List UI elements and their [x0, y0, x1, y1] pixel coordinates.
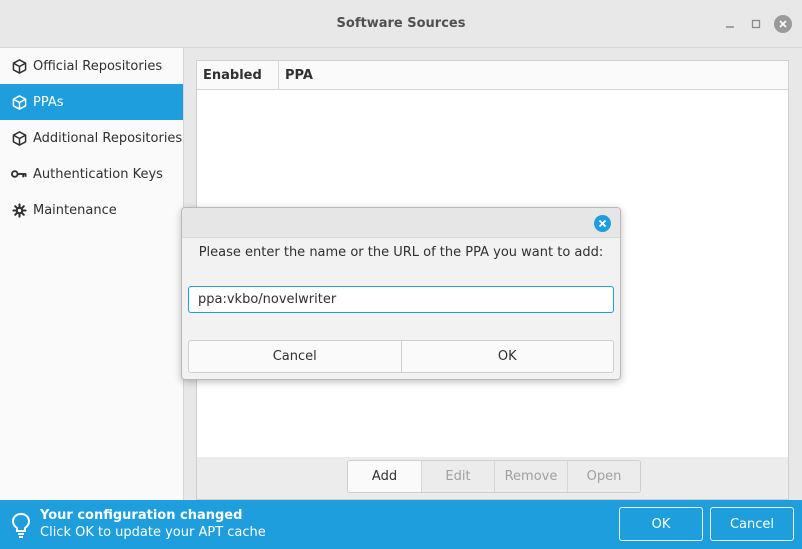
close-icon[interactable]: [594, 215, 611, 232]
dialog-cancel-button[interactable]: Cancel: [189, 341, 401, 372]
remove-button[interactable]: Remove: [494, 461, 567, 492]
maximize-icon[interactable]: [747, 15, 765, 33]
open-button[interactable]: Open: [567, 461, 640, 492]
column-header-enabled[interactable]: Enabled: [197, 61, 279, 90]
window-titlebar: Software Sources: [0, 0, 802, 48]
edit-button[interactable]: Edit: [421, 461, 494, 492]
lightbulb-icon: [10, 512, 32, 538]
infobar-ok-button[interactable]: OK: [619, 507, 703, 541]
ppa-toolbar: Add Edit Remove Open: [196, 457, 789, 500]
sidebar: Official Repositories PPAs Additional Re…: [0, 48, 184, 500]
config-changed-infobar: Your configuration changed Click OK to u…: [0, 500, 802, 549]
sidebar-item-additional-repositories[interactable]: Additional Repositories: [0, 120, 183, 156]
sidebar-item-ppas[interactable]: PPAs: [0, 84, 183, 120]
package-icon: [11, 130, 27, 146]
sidebar-item-label: PPAs: [33, 94, 64, 110]
infobar-subtitle: Click OK to update your APT cache: [40, 525, 266, 540]
close-icon[interactable]: [774, 15, 792, 33]
ppa-button-group: Add Edit Remove Open: [347, 460, 641, 493]
add-ppa-dialog: Please enter the name or the URL of the …: [181, 207, 621, 380]
sidebar-item-official-repositories[interactable]: Official Repositories: [0, 48, 183, 84]
ppa-input[interactable]: [188, 286, 614, 313]
window-title: Software Sources: [336, 16, 466, 31]
table-header: Enabled PPA: [197, 61, 788, 90]
package-icon: [11, 94, 27, 110]
dialog-ok-button[interactable]: OK: [400, 341, 614, 372]
key-icon: [11, 166, 27, 182]
sidebar-item-authentication-keys[interactable]: Authentication Keys: [0, 156, 183, 192]
dialog-button-row: Cancel OK: [188, 340, 614, 373]
sidebar-item-label: Official Repositories: [33, 58, 163, 74]
sidebar-item-label: Authentication Keys: [33, 166, 163, 182]
column-header-ppa[interactable]: PPA: [279, 61, 788, 90]
dialog-message: Please enter the name or the URL of the …: [198, 245, 604, 260]
sidebar-item-label: Maintenance: [33, 202, 117, 218]
add-button[interactable]: Add: [348, 461, 421, 492]
dialog-header: [182, 208, 620, 238]
infobar-title: Your configuration changed: [40, 508, 243, 523]
gear-icon: [11, 202, 27, 218]
package-icon: [11, 58, 27, 74]
minimize-icon[interactable]: [721, 15, 739, 33]
sidebar-item-maintenance[interactable]: Maintenance: [0, 192, 183, 228]
sidebar-item-label: Additional Repositories: [33, 130, 183, 146]
infobar-cancel-button[interactable]: Cancel: [710, 507, 794, 541]
